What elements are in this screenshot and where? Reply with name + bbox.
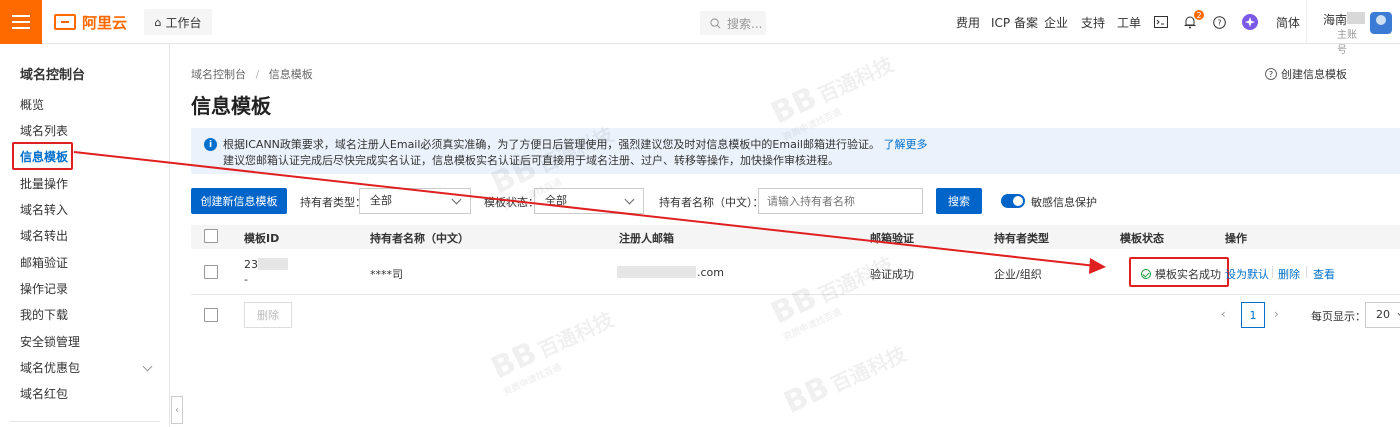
- set-default-link[interactable]: 设为默认: [1225, 266, 1269, 282]
- page-size-label: 每页显示：: [1311, 310, 1366, 323]
- sensitive-info-toggle[interactable]: [1001, 194, 1025, 208]
- nav-enterprise[interactable]: 企业: [1044, 0, 1068, 44]
- menu-toggle-button[interactable]: [0, 0, 42, 44]
- sensitive-info-label: 敏感信息保护: [1031, 196, 1097, 209]
- op-divider: [1272, 266, 1273, 278]
- notice-line-2: 建议您邮箱认证完成后尽快完成实名认证，信息模板实名认证后可直接用于域名注册、过户…: [223, 154, 839, 167]
- ai-assistant-icon[interactable]: [1242, 14, 1258, 30]
- row-checkbox[interactable]: [204, 265, 218, 279]
- workbench-button[interactable]: ⌂ 工作台: [144, 9, 212, 35]
- col-template-status: 模板状态: [1120, 232, 1164, 245]
- pager-current-page[interactable]: 1: [1241, 302, 1265, 328]
- sidebar: 域名控制台 概览 域名列表 信息模板 批量操作 域名转入 域名转出 邮箱验证 操…: [0, 44, 170, 427]
- sidebar-item-operation-log[interactable]: 操作记录: [20, 279, 155, 299]
- nav-ticket[interactable]: 工单: [1117, 0, 1141, 44]
- redacted-block: [617, 266, 696, 278]
- info-notice: i 根据ICANN政策要求，域名注册人Email必须真实准确，为了方便日后管理使…: [191, 128, 1400, 174]
- sidebar-item-transfer-in[interactable]: 域名转入: [20, 200, 155, 220]
- nav-fees[interactable]: 费用: [956, 0, 980, 44]
- nav-icp[interactable]: ICP 备案: [991, 0, 1038, 44]
- top-bar: 阿里云 ⌂ 工作台 搜索... 费用 ICP 备案 企业 支持 工单 2 ? 简…: [0, 0, 1400, 56]
- notice-line-1: 根据ICANN政策要求，域名注册人Email必须真实准确，为了方便日后管理使用，…: [223, 138, 928, 151]
- sidebar-item-email-verify[interactable]: 邮箱验证: [20, 253, 155, 273]
- home-icon: ⌂: [154, 15, 162, 29]
- chevron-down-icon: [624, 194, 635, 205]
- chevron-left-icon[interactable]: ‹: [1221, 307, 1226, 321]
- language-switch[interactable]: 简体: [1276, 0, 1300, 44]
- view-link[interactable]: 查看: [1313, 266, 1335, 282]
- notification-badge: 2: [1194, 10, 1204, 20]
- breadcrumb-current: 信息模板: [268, 68, 313, 81]
- help-circle-icon: ?: [1265, 68, 1277, 80]
- col-operations: 操作: [1225, 232, 1247, 245]
- create-template-link[interactable]: ? 创建信息模板: [1265, 66, 1347, 82]
- global-search-input[interactable]: 搜索...: [700, 11, 766, 35]
- holder-name-input[interactable]: [758, 188, 923, 214]
- main-content: 域名控制台 / 信息模板 信息模板 ? 创建信息模板 i 根据ICANN政策要求…: [171, 44, 1400, 427]
- page-title: 信息模板: [191, 94, 271, 118]
- hamburger-icon: [12, 15, 30, 17]
- redacted-block: [1347, 12, 1365, 24]
- help-icon[interactable]: ?: [1211, 14, 1227, 30]
- account-menu[interactable]: 海南 主账号: [1306, 0, 1366, 56]
- holder-name: ****司: [370, 268, 403, 281]
- sidebar-item-discount-pack[interactable]: 域名优惠包: [20, 358, 155, 378]
- holder-name-label: 持有者名称（中文）：: [659, 196, 764, 209]
- page-size-select[interactable]: 20: [1365, 302, 1400, 328]
- avatar[interactable]: [1370, 12, 1392, 34]
- table-header: 模板ID 持有者名称（中文） 注册人邮箱 邮箱验证 持有者类型 模板状态 操作: [191, 225, 1400, 249]
- sidebar-item-security-lock[interactable]: 安全锁管理: [20, 332, 155, 352]
- info-icon: i: [204, 138, 217, 151]
- template-id-sub: -: [244, 273, 248, 286]
- sidebar-title: 域名控制台: [20, 68, 86, 83]
- aliyun-logo[interactable]: 阿里云: [54, 11, 127, 33]
- registrant-email: .com: [697, 266, 724, 279]
- email-verify-status: 验证成功: [870, 268, 914, 281]
- highlight-box-sidebar: [12, 142, 73, 170]
- svg-text:?: ?: [1217, 18, 1221, 27]
- holder-type-label: 持有者类型：: [300, 196, 366, 209]
- footer-select-all-checkbox[interactable]: [204, 308, 218, 322]
- template-status-select[interactable]: 全部: [534, 188, 644, 214]
- col-registrant-email: 注册人邮箱: [619, 232, 674, 245]
- nav-support[interactable]: 支持: [1081, 0, 1105, 44]
- op-divider: [1306, 266, 1307, 278]
- sidebar-item-red-packet[interactable]: 域名红包: [20, 384, 155, 404]
- chevron-down-icon: [451, 194, 462, 205]
- breadcrumb-root[interactable]: 域名控制台: [191, 68, 246, 81]
- col-email-verify: 邮箱验证: [870, 232, 914, 245]
- col-holder-name: 持有者名称（中文）: [370, 232, 469, 245]
- template-status: 模板实名成功: [1141, 266, 1221, 282]
- sidebar-item-downloads[interactable]: 我的下载: [20, 305, 155, 325]
- sidebar-divider: [10, 421, 160, 422]
- redacted-block: [258, 258, 288, 270]
- filter-bar: 创建新信息模板 持有者类型： 全部 模板状态： 全部 持有者名称（中文）： 搜索…: [191, 188, 1400, 214]
- col-template-id: 模板ID: [244, 232, 280, 245]
- sidebar-item-overview[interactable]: 概览: [20, 95, 155, 115]
- search-icon: [710, 17, 721, 28]
- terminal-icon[interactable]: [1153, 14, 1169, 30]
- sidebar-item-transfer-out[interactable]: 域名转出: [20, 226, 155, 246]
- breadcrumb: 域名控制台 / 信息模板: [191, 68, 313, 81]
- table-row: 23 - ****司 .com 验证成功 企业/组织 模板实名成功 设为默认 删…: [191, 249, 1400, 295]
- template-status-label: 模板状态：: [484, 196, 539, 209]
- holder-type-select[interactable]: 全部: [359, 188, 471, 214]
- create-new-template-button[interactable]: 创建新信息模板: [191, 188, 287, 214]
- search-button[interactable]: 搜索: [936, 188, 982, 214]
- check-circle-icon: [1141, 269, 1151, 279]
- chevron-right-icon[interactable]: ›: [1274, 307, 1279, 321]
- col-holder-type: 持有者类型: [994, 232, 1049, 245]
- template-id: 23: [244, 258, 258, 271]
- select-all-checkbox[interactable]: [204, 229, 218, 243]
- sidebar-item-domain-list[interactable]: 域名列表: [20, 121, 155, 141]
- learn-more-link[interactable]: 了解更多: [883, 138, 927, 151]
- holder-type: 企业/组织: [994, 268, 1042, 281]
- aliyun-logo-icon: [54, 14, 76, 30]
- delete-link[interactable]: 删除: [1278, 266, 1300, 282]
- table-footer: 删除 ‹ 1 › 每页显示： 20: [191, 302, 1400, 328]
- chevron-down-icon: [142, 361, 153, 372]
- batch-delete-button[interactable]: 删除: [244, 302, 292, 328]
- sidebar-item-batch[interactable]: 批量操作: [20, 174, 155, 194]
